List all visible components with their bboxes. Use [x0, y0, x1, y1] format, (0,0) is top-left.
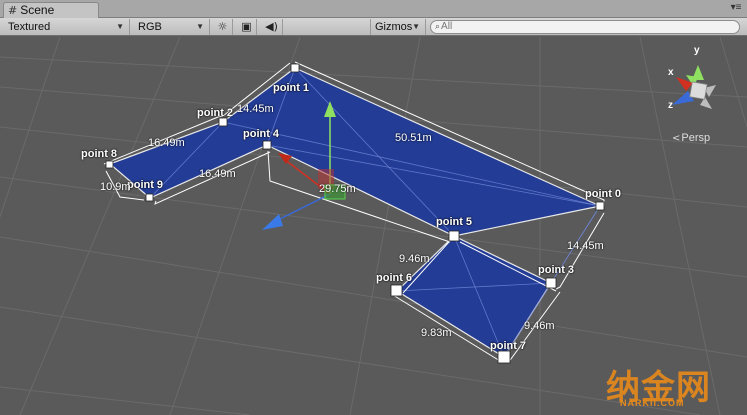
- search-icon: ⌕: [435, 22, 441, 32]
- distance-label: 50.51m: [395, 132, 432, 144]
- point-9-handle[interactable]: [145, 193, 154, 202]
- z-axis-handle[interactable]: [271, 193, 331, 224]
- distance-label: 16.49m: [148, 137, 185, 149]
- chevron-down-icon: ▼: [196, 22, 204, 31]
- watermark-sub: NARKII.COM: [620, 398, 685, 408]
- point-2-label: point 2: [197, 107, 234, 119]
- distance-label: 29.75m: [319, 183, 356, 195]
- point-7-label: point 7: [490, 340, 527, 352]
- ground-grid: [0, 37, 747, 415]
- distance-label: 9.46m: [524, 320, 555, 332]
- gizmo-y-label: y: [694, 45, 700, 56]
- search-input[interactable]: ⌕All: [430, 20, 740, 34]
- watermark-logo: 纳金网 NARKII.COM: [606, 360, 746, 412]
- scene-toolbar: Textured ▼ RGB ▼ ☼ ▣ ◀) Gizmos ▼ ⌕All: [0, 18, 747, 36]
- point-4-handle[interactable]: [262, 140, 272, 150]
- point-1-label: point 1: [273, 82, 310, 94]
- projection-label: Persp: [681, 132, 711, 144]
- gizmo-y-icon[interactable]: [692, 65, 704, 80]
- point-0-label: point 0: [585, 188, 622, 200]
- search-placeholder: All: [441, 21, 453, 32]
- scene-tab-label: Scene: [20, 3, 55, 17]
- gizmo-x-label: x: [668, 67, 674, 78]
- scene-canvas[interactable]: [0, 37, 747, 415]
- point-4-label: point 4: [243, 128, 280, 140]
- point-9-label: point 9: [127, 179, 164, 191]
- point-8-handle[interactable]: [105, 160, 114, 169]
- grid-icon: #: [8, 4, 18, 17]
- tab-menu-icon[interactable]: ▾≡: [729, 2, 743, 14]
- point-0-handle[interactable]: [595, 201, 605, 211]
- render-mode-value: RGB: [138, 21, 162, 33]
- point-8-label: point 8: [81, 148, 118, 160]
- sun-icon[interactable]: ☼: [213, 19, 233, 35]
- speaker-icon[interactable]: ◀): [261, 19, 283, 35]
- point-3-label: point 3: [538, 264, 575, 276]
- draw-mode-dropdown[interactable]: Textured ▼: [4, 19, 130, 35]
- tab-bar: # Scene ▾≡: [0, 0, 747, 19]
- point-5-handle[interactable]: [448, 230, 460, 242]
- distance-label: 14.45m: [567, 240, 604, 252]
- point-5-label: point 5: [436, 216, 473, 228]
- image-icon[interactable]: ▣: [237, 19, 257, 35]
- render-mode-dropdown[interactable]: RGB ▼: [134, 19, 210, 35]
- z-arrow-icon[interactable]: [262, 214, 283, 230]
- distance-label: 10.9m: [100, 181, 131, 193]
- point-6-label: point 6: [376, 272, 413, 284]
- orientation-gizmo[interactable]: [672, 65, 716, 109]
- distance-label: 9.83m: [421, 327, 452, 339]
- distance-label: 14.45m: [237, 103, 274, 115]
- draw-mode-value: Textured: [8, 21, 51, 33]
- point-2-handle[interactable]: [218, 117, 228, 127]
- scene-viewport[interactable]: point 0 point 1 point 2 point 3 point 4 …: [0, 37, 747, 415]
- gizmos-dropdown[interactable]: Gizmos ▼: [370, 19, 426, 35]
- scene-tab[interactable]: # Scene: [3, 2, 99, 19]
- gizmos-label: Gizmos: [375, 21, 413, 33]
- chevron-down-icon: ▼: [412, 22, 420, 31]
- distance-label: 9.46m: [399, 253, 430, 265]
- mesh-main: [108, 67, 602, 237]
- chevron-left-icon: <: [672, 133, 681, 144]
- projection-toggle[interactable]: <Persp: [672, 132, 710, 144]
- chevron-down-icon: ▼: [116, 22, 124, 31]
- point-3-handle[interactable]: [545, 277, 557, 289]
- point-1-handle[interactable]: [290, 63, 300, 73]
- gizmo-z-label: z: [668, 100, 673, 111]
- point-6-handle[interactable]: [390, 284, 403, 297]
- distance-label: 16.49m: [199, 168, 236, 180]
- gizmo-center-cube-icon[interactable]: [689, 81, 708, 100]
- point-7-handle[interactable]: [497, 350, 511, 364]
